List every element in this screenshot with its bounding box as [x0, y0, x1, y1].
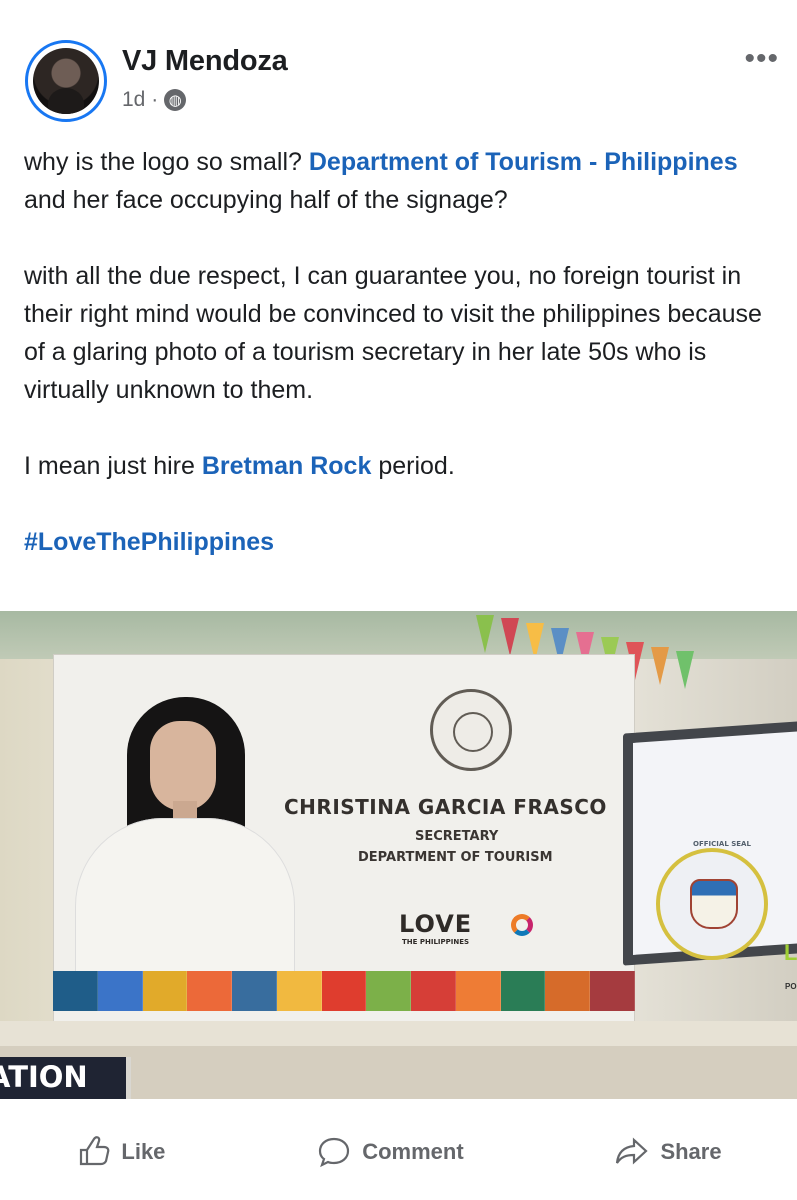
- province-seal-label: OFFICIAL SEAL: [693, 840, 751, 848]
- station-sign-text: ATION: [0, 1060, 88, 1094]
- post-time[interactable]: 1d ·: [122, 88, 158, 112]
- paragraph-one: why is the logo so small? Department of …: [24, 143, 774, 219]
- sign-role: SECRETARY: [415, 829, 499, 844]
- screen-fragment-a: L: [784, 940, 797, 965]
- hashtag-link[interactable]: #LoveThePhilippines: [24, 523, 774, 561]
- post-meta: 1d · ◍: [122, 88, 187, 112]
- province-seal-shield: [690, 879, 738, 929]
- love-logo-subtitle: THE PHILIPPINES: [402, 938, 470, 946]
- pattern-strip: [53, 971, 635, 1011]
- avatar[interactable]: [33, 48, 99, 114]
- department-seal: [430, 689, 512, 771]
- sign-name: CHRISTINA GARCIA FRASCO: [284, 795, 607, 819]
- comment-button[interactable]: Comment: [316, 1124, 464, 1180]
- comment-label: Comment: [362, 1138, 464, 1164]
- post-actions: Like Comment Share: [0, 1103, 797, 1200]
- paragraph-one-after: and her face occupying half of the signa…: [24, 186, 508, 214]
- paragraph-three-before: I mean just hire: [24, 452, 195, 480]
- paragraph-one-before: why is the logo so small?: [24, 148, 302, 176]
- post-body: why is the logo so small? Department of …: [24, 143, 774, 599]
- bretman-rock-mention[interactable]: Bretman Rock: [202, 452, 372, 480]
- screen-fragment-b: PO: [785, 982, 797, 991]
- post-header: VJ Mendoza 1d · ◍ •••: [0, 0, 797, 130]
- comment-icon: [319, 1137, 350, 1167]
- portrait-face: [150, 721, 216, 811]
- paragraph-three-after: period.: [378, 452, 455, 480]
- author-name[interactable]: VJ Mendoza: [122, 45, 288, 78]
- more-options-button[interactable]: •••: [744, 42, 779, 76]
- paragraph-two: with all the due respect, I can guarante…: [24, 262, 762, 404]
- shelf: [0, 1021, 797, 1046]
- sign-department: DEPARTMENT OF TOURISM: [358, 850, 553, 865]
- paragraph-three: I mean just hire Bretman Rock period.: [24, 447, 774, 485]
- like-label: Like: [121, 1138, 166, 1164]
- like-button[interactable]: Like: [75, 1124, 165, 1180]
- like-icon: [80, 1135, 110, 1165]
- love-logo-mark: [511, 914, 533, 936]
- love-logo-word: LOVE: [399, 910, 473, 938]
- share-label: Share: [660, 1138, 722, 1164]
- profile-avatar-ring[interactable]: [25, 40, 107, 122]
- department-of-tourism-mention[interactable]: Department of Tourism - Philippines: [309, 148, 738, 176]
- share-icon: [616, 1136, 649, 1165]
- share-button[interactable]: Share: [614, 1124, 722, 1180]
- globe-icon: ◍: [164, 89, 187, 111]
- station-sign: ATION: [0, 1057, 131, 1099]
